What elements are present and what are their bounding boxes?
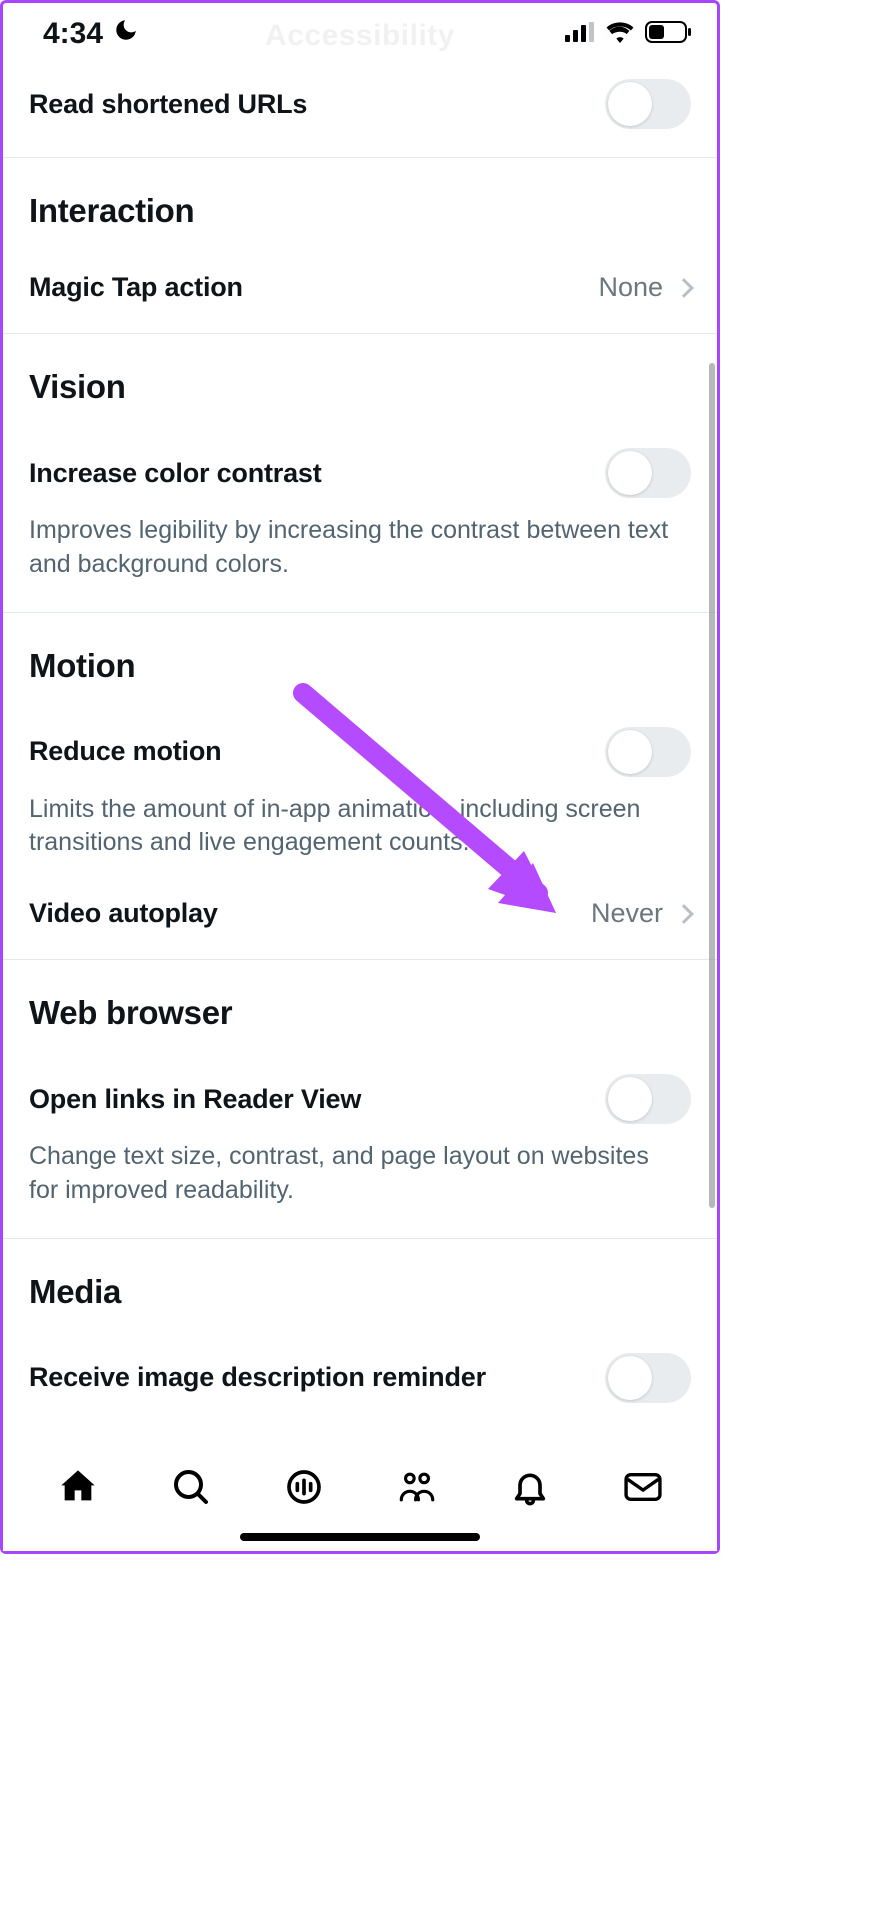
scrollbar[interactable] xyxy=(709,363,715,1208)
cellular-icon xyxy=(565,22,595,47)
magic-tap-label: Magic Tap action xyxy=(29,272,243,303)
row-open-links-reader-view[interactable]: Open links in Reader View xyxy=(29,1074,691,1124)
tab-spaces[interactable] xyxy=(284,1467,324,1507)
tab-notifications[interactable] xyxy=(510,1467,550,1507)
section-media: Media Receive image description reminder xyxy=(3,1238,717,1403)
read-shortened-urls-label: Read shortened URLs xyxy=(29,89,307,120)
open-links-reader-view-toggle[interactable] xyxy=(605,1074,691,1124)
magic-tap-value: None xyxy=(598,272,663,303)
wifi-icon xyxy=(605,21,635,48)
image-description-reminder-toggle[interactable] xyxy=(605,1353,691,1403)
tab-home[interactable] xyxy=(58,1467,98,1507)
vision-title: Vision xyxy=(29,368,691,406)
increase-color-contrast-desc: Improves legibility by increasing the co… xyxy=(29,514,669,582)
row-magic-tap-action[interactable]: Magic Tap action None xyxy=(29,272,691,303)
read-shortened-urls-toggle[interactable] xyxy=(605,79,691,129)
row-image-description-reminder[interactable]: Receive image description reminder xyxy=(29,1353,691,1403)
tab-messages[interactable] xyxy=(623,1467,663,1507)
open-links-reader-view-label: Open links in Reader View xyxy=(29,1084,361,1115)
web-browser-title: Web browser xyxy=(29,994,691,1032)
row-increase-color-contrast[interactable]: Increase color contrast xyxy=(29,448,691,498)
section-motion: Motion Reduce motion Limits the amount o… xyxy=(3,612,717,960)
section-web-browser: Web browser Open links in Reader View Ch… xyxy=(3,959,717,1238)
section-read-urls: Read shortened URLs xyxy=(3,65,717,157)
section-vision: Vision Increase color contrast Improves … xyxy=(3,333,717,612)
video-autoplay-label: Video autoplay xyxy=(29,898,218,929)
row-reduce-motion[interactable]: Reduce motion xyxy=(29,727,691,777)
increase-color-contrast-toggle[interactable] xyxy=(605,448,691,498)
motion-title: Motion xyxy=(29,647,691,685)
magic-tap-value-wrap: None xyxy=(598,272,691,303)
increase-color-contrast-label: Increase color contrast xyxy=(29,458,322,489)
chevron-right-icon xyxy=(674,278,694,298)
home-indicator[interactable] xyxy=(240,1533,480,1541)
status-bar-right xyxy=(565,21,691,48)
reduce-motion-desc: Limits the amount of in-app animation, i… xyxy=(29,793,669,861)
reduce-motion-label: Reduce motion xyxy=(29,736,221,767)
row-video-autoplay[interactable]: Video autoplay Never xyxy=(29,898,691,929)
tab-search[interactable] xyxy=(171,1467,211,1507)
do-not-disturb-icon xyxy=(113,17,139,51)
battery-icon xyxy=(645,21,691,48)
row-read-shortened-urls[interactable]: Read shortened URLs xyxy=(29,79,691,129)
image-description-reminder-label: Receive image description reminder xyxy=(29,1362,486,1393)
video-autoplay-value-wrap: Never xyxy=(591,898,691,929)
open-links-reader-view-desc: Change text size, contrast, and page lay… xyxy=(29,1140,669,1208)
section-interaction: Interaction Magic Tap action None xyxy=(3,157,717,333)
chevron-right-icon xyxy=(674,904,694,924)
status-bar: 4:34 Accessibility xyxy=(3,3,717,65)
tab-bar xyxy=(3,1443,717,1551)
tab-communities[interactable] xyxy=(397,1467,437,1507)
media-title: Media xyxy=(29,1273,691,1311)
reduce-motion-toggle[interactable] xyxy=(605,727,691,777)
list-fade-overlay xyxy=(6,1417,714,1443)
status-bar-left: 4:34 xyxy=(43,17,139,51)
interaction-title: Interaction xyxy=(29,192,691,230)
video-autoplay-value: Never xyxy=(591,898,663,929)
status-time: 4:34 xyxy=(43,17,103,51)
